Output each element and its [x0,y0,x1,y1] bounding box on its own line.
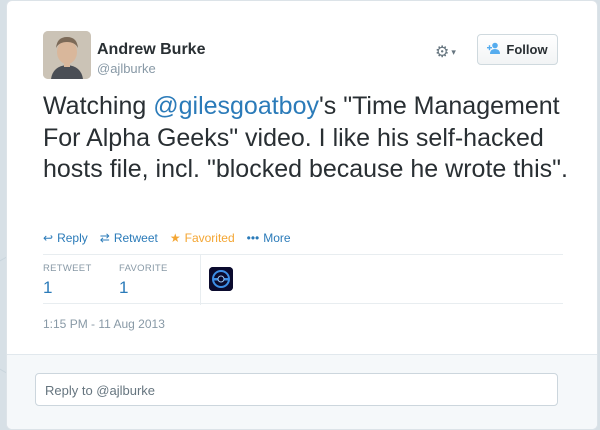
favorite-count: 1 [119,278,129,297]
more-label: More [263,231,291,245]
tweet-card: Andrew Burke @ajlburke ⚙ ▾ Follow Watchi… [6,0,598,430]
favorite-label: Favorited [184,231,235,245]
favoriter-avatar[interactable] [209,267,233,291]
tweet-actions: ↩ Reply ⇄ Retweet ★ Favorited ••• More [43,230,303,246]
favorite-stat[interactable]: FAVORITE 1 [119,263,168,298]
more-button[interactable]: ••• More [247,231,291,245]
tweet-text: Watching @gilesgoatboy's "Time Managemen… [43,91,573,186]
settings-menu-button[interactable]: ⚙ ▾ [435,42,456,62]
reply-label: Reply [57,231,88,245]
stats-divider [200,255,201,305]
gear-icon: ⚙ [435,44,450,61]
author-name[interactable]: Andrew Burke [97,41,205,59]
retweet-stat[interactable]: RETWEET 1 [43,263,92,298]
retweet-count: 1 [43,278,53,297]
retweet-label: Retweet [113,231,158,245]
reply-input[interactable]: Reply to @ajlburke [35,373,558,406]
favorite-stat-label: FAVORITE [119,263,168,274]
follow-label: Follow [506,42,548,57]
reply-section: Reply to @ajlburke [7,354,597,429]
reply-icon: ↩ [43,231,54,245]
add-user-icon [487,42,501,57]
tweet-stats: RETWEET 1 FAVORITE 1 [43,254,563,305]
tweet-text-before: Watching [43,92,154,120]
author-avatar[interactable] [43,31,91,79]
retweet-icon: ⇄ [99,231,110,245]
avatar-photo-icon [43,31,91,79]
author-handle[interactable]: @ajlburke [97,61,156,76]
favorite-button[interactable]: ★ Favorited [170,231,235,245]
tweet-timestamp[interactable]: 1:15 PM - 11 Aug 2013 [43,317,165,331]
follow-button[interactable]: Follow [477,34,558,65]
reply-button[interactable]: ↩ Reply [43,231,88,245]
retweet-button[interactable]: ⇄ Retweet [100,231,158,245]
mention-link[interactable]: @gilesgoatboy [153,92,319,120]
retweet-stat-label: RETWEET [43,263,92,274]
favoriter-logo-icon [209,267,233,291]
tweet-header: Andrew Burke @ajlburke ⚙ ▾ Follow [7,1,597,91]
chevron-down-icon: ▾ [451,46,456,57]
more-icon: ••• [246,231,260,245]
star-icon: ★ [169,231,181,245]
